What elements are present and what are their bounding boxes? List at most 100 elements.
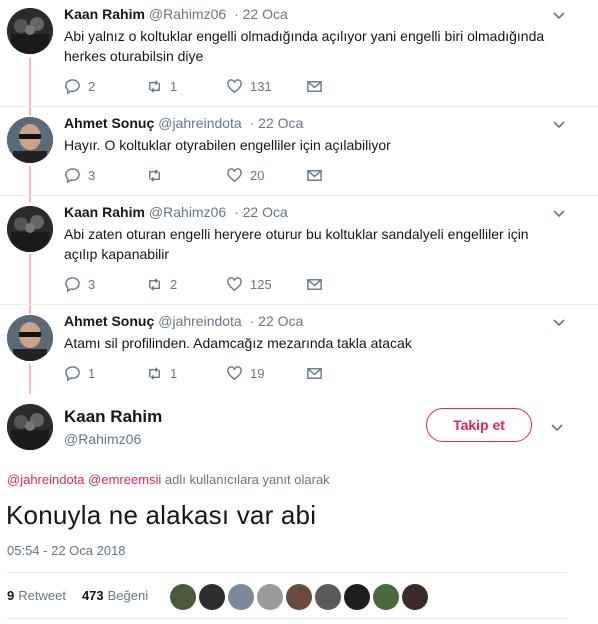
thread-tweet[interactable]: Ahmet Sonuç @jahreindota · 22 Oca Hayır. … xyxy=(0,115,598,195)
chevron-down-icon[interactable] xyxy=(552,8,566,22)
like-icon xyxy=(227,366,242,381)
retweet-stat-label[interactable]: Retweet xyxy=(18,588,66,603)
liker-avatar[interactable] xyxy=(402,584,428,610)
retweet-icon xyxy=(149,169,160,182)
reply-count: 2 xyxy=(88,79,96,94)
retweet-icon xyxy=(149,278,160,291)
tweet-header: Ahmet Sonuç @jahreindota · 22 Oca xyxy=(64,115,303,131)
tweet-date[interactable]: · 22 Oca xyxy=(234,6,288,22)
author-name[interactable]: Ahmet Sonuç xyxy=(64,115,154,131)
retweet-icon xyxy=(149,367,160,380)
like-button[interactable]: 19 xyxy=(226,365,264,382)
like-count: 125 xyxy=(250,277,272,292)
like-stat-label[interactable]: Beğeni xyxy=(108,588,148,603)
message-icon xyxy=(307,368,322,379)
reply-button[interactable]: 3 xyxy=(64,167,95,184)
retweet-stat-count: 9 xyxy=(7,588,15,603)
avatar[interactable] xyxy=(7,8,53,54)
divider xyxy=(0,195,598,196)
retweet-button[interactable]: 1 xyxy=(146,78,177,95)
like-icon xyxy=(227,168,242,183)
retweet-count: 2 xyxy=(170,277,178,292)
liker-avatar[interactable] xyxy=(315,584,341,610)
tweet-header: Ahmet Sonuç @jahreindota · 22 Oca xyxy=(64,313,303,329)
liker-avatar[interactable] xyxy=(286,584,312,610)
thread-tweet[interactable]: Kaan Rahim @Rahimz06 · 22 Oca Abi yalnız … xyxy=(0,6,598,102)
author-name[interactable]: Kaan Rahim xyxy=(64,204,145,220)
reply-button[interactable]: 2 xyxy=(64,78,95,95)
author-handle[interactable]: @Rahimz06 xyxy=(149,204,226,220)
tweet-date[interactable]: · 22 Oca xyxy=(234,204,288,220)
like-icon xyxy=(227,79,242,94)
chevron-down-icon[interactable] xyxy=(550,420,564,434)
liker-avatar[interactable] xyxy=(257,584,283,610)
reply-icon xyxy=(65,79,80,95)
thread-tweet[interactable]: Kaan Rahim @Rahimz06 · 22 Oca Abi zaten o… xyxy=(0,204,598,300)
reply-button[interactable]: 1 xyxy=(64,365,95,382)
avatar[interactable] xyxy=(7,206,53,252)
message-icon xyxy=(307,81,322,92)
retweet-count: 1 xyxy=(170,366,178,381)
message-button[interactable] xyxy=(306,365,330,382)
liker-avatar[interactable] xyxy=(199,584,225,610)
reply-count: 3 xyxy=(88,168,96,183)
avatar[interactable] xyxy=(7,315,53,361)
like-button[interactable]: 125 xyxy=(226,276,272,293)
liker-avatar[interactable] xyxy=(373,584,399,610)
main-author-handle[interactable]: @Rahimz06 xyxy=(64,431,141,447)
liker-avatar[interactable] xyxy=(170,584,196,610)
retweet-button[interactable]: 1 xyxy=(146,365,177,382)
message-button[interactable] xyxy=(306,276,330,293)
main-author-name[interactable]: Kaan Rahim xyxy=(64,407,162,427)
message-icon xyxy=(307,279,322,290)
avatar[interactable] xyxy=(7,404,53,450)
chevron-down-icon[interactable] xyxy=(552,117,566,131)
mention-link[interactable]: @jahreindota xyxy=(7,472,85,487)
author-handle[interactable]: @Rahimz06 xyxy=(149,6,226,22)
retweet-button[interactable] xyxy=(146,167,170,184)
divider xyxy=(0,106,598,107)
author-handle[interactable]: @jahreindota xyxy=(158,115,242,131)
likers-avatars xyxy=(170,584,431,610)
like-button[interactable]: 20 xyxy=(226,167,264,184)
reply-icon xyxy=(65,168,80,184)
reply-icon xyxy=(65,366,80,382)
message-button[interactable] xyxy=(306,78,330,95)
like-count: 19 xyxy=(250,366,265,381)
retweet-count: 1 xyxy=(170,79,178,94)
tweet-date[interactable]: · 22 Oca xyxy=(250,115,304,131)
thread-tweet[interactable]: Ahmet Sonuç @jahreindota · 22 Oca Atamı s… xyxy=(0,313,598,393)
chevron-down-icon[interactable] xyxy=(552,315,566,329)
tweet-stats: 9 Retweet 473 Beğeni xyxy=(7,588,148,603)
reply-context-text: adlı kullanıcılara yanıt olarak xyxy=(161,472,330,487)
mention-link[interactable]: @emreemsii xyxy=(88,472,161,487)
liker-avatar[interactable] xyxy=(344,584,370,610)
author-name[interactable]: Ahmet Sonuç xyxy=(64,313,154,329)
like-count: 20 xyxy=(250,168,265,183)
liker-avatar[interactable] xyxy=(228,584,254,610)
message-icon xyxy=(307,170,322,181)
divider xyxy=(7,572,567,573)
tweet-text-line: herkes oturabilsin diye xyxy=(64,48,204,64)
divider xyxy=(0,304,598,305)
tweet-text: Abi yalnız o koltuklar engelli olmadığın… xyxy=(64,26,554,66)
tweet-timestamp[interactable]: 05:54 - 22 Oca 2018 xyxy=(7,543,126,558)
follow-button[interactable]: Takip et xyxy=(426,408,532,442)
reply-count: 3 xyxy=(88,277,96,292)
chevron-down-icon[interactable] xyxy=(552,206,566,220)
divider xyxy=(7,618,567,619)
tweet-date[interactable]: · 22 Oca xyxy=(250,313,304,329)
message-button[interactable] xyxy=(306,167,330,184)
like-count: 131 xyxy=(250,79,272,94)
like-icon xyxy=(227,277,242,292)
retweet-button[interactable]: 2 xyxy=(146,276,177,293)
author-name[interactable]: Kaan Rahim xyxy=(64,6,145,22)
reply-count: 1 xyxy=(88,366,96,381)
tweet-text-line: Abi zaten oturan engelli heryere oturur … xyxy=(64,226,529,242)
reply-button[interactable]: 3 xyxy=(64,276,95,293)
like-button[interactable]: 131 xyxy=(226,78,272,95)
author-handle[interactable]: @jahreindota xyxy=(158,313,242,329)
reply-icon xyxy=(65,277,80,293)
avatar[interactable] xyxy=(7,117,53,163)
tweet-text: Atamı sil profilinden. Adamcağız mezarın… xyxy=(64,333,554,353)
